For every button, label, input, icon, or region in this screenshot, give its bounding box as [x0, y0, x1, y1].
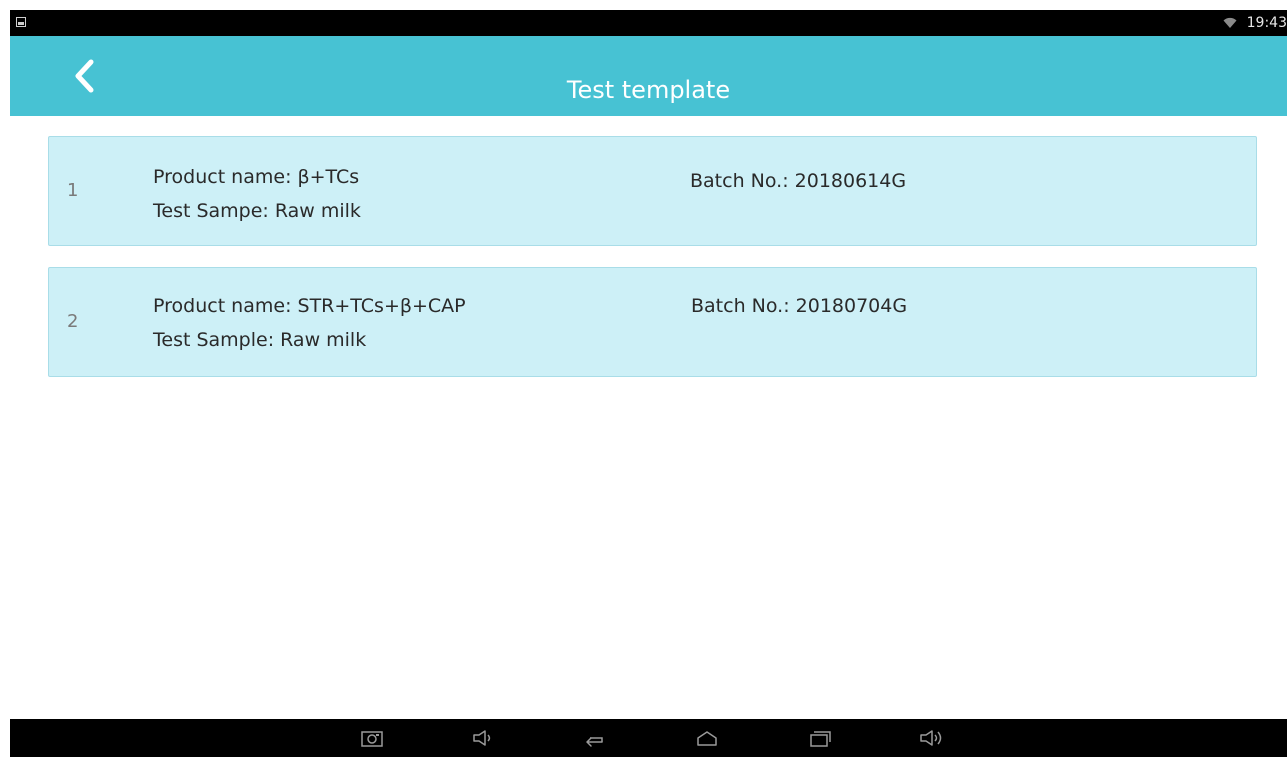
status-time: 19:43 [1246, 15, 1287, 31]
home-icon[interactable] [695, 728, 719, 748]
template-list: 1 Product name: β+TCs Test Sampe: Raw mi… [48, 136, 1257, 398]
app-bar: Test template [10, 36, 1287, 116]
image-notification-icon [16, 17, 26, 27]
wifi-icon [1223, 17, 1237, 28]
recent-apps-icon[interactable] [808, 728, 832, 748]
volume-up-icon[interactable] [919, 728, 943, 748]
product-name: Product name: STR+TCs+β+CAP [153, 295, 466, 317]
status-bar: 19:43 [10, 10, 1287, 36]
screenshot-icon[interactable] [360, 728, 384, 748]
page-title: Test template [566, 76, 731, 104]
status-right: 19:43 [1223, 10, 1287, 36]
chevron-left-icon [75, 59, 94, 93]
test-sample: Test Sampe: Raw milk [153, 200, 361, 222]
product-name: Product name: β+TCs [153, 166, 360, 188]
batch-number: Batch No.: 20180704G [691, 295, 908, 317]
batch-number: Batch No.: 20180614G [690, 170, 907, 192]
card-index: 1 [67, 180, 79, 201]
template-card-2[interactable]: 2 Product name: STR+TCs+β+CAP Test Sampl… [48, 267, 1257, 377]
back-icon[interactable] [582, 728, 606, 748]
back-button[interactable] [62, 54, 106, 98]
template-card-1[interactable]: 1 Product name: β+TCs Test Sampe: Raw mi… [48, 136, 1257, 246]
navigation-bar [10, 719, 1287, 757]
card-index: 2 [67, 311, 79, 332]
test-sample: Test Sample: Raw milk [153, 329, 367, 351]
volume-down-icon[interactable] [471, 728, 495, 748]
screen: 19:43 Test template 1 Product name: β+TC… [0, 0, 1287, 757]
